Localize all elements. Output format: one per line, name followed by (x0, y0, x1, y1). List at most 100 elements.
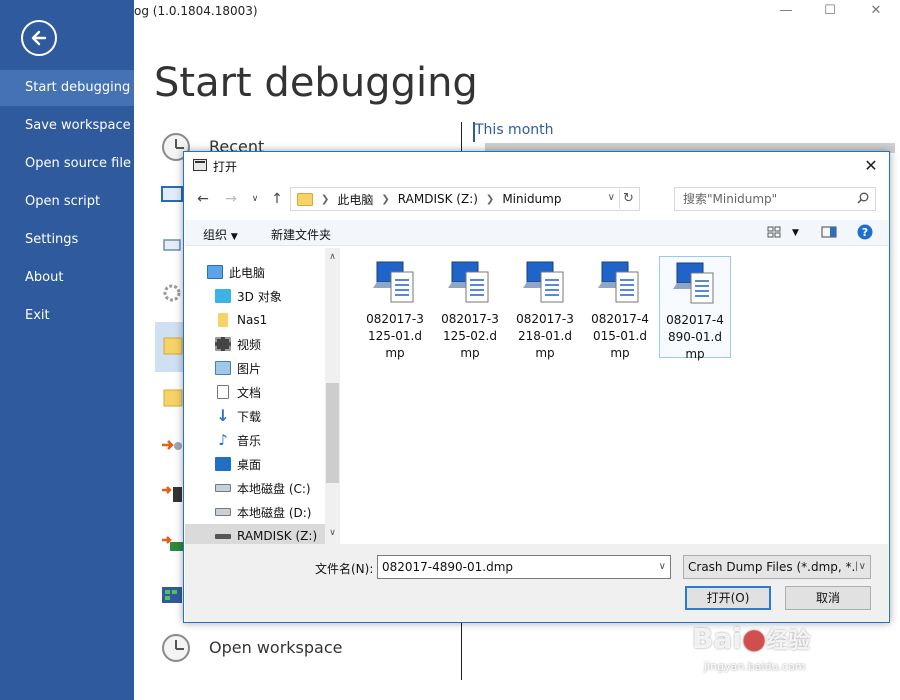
folder-icon (297, 192, 313, 206)
view-options-icon[interactable] (767, 225, 781, 239)
preview-pane-icon[interactable] (821, 225, 837, 239)
scroll-up-icon[interactable]: ∧ (325, 252, 340, 262)
pictures-icon (215, 361, 231, 375)
filetype-dropdown-icon[interactable]: ∨ (856, 556, 866, 578)
attach-exe-icon[interactable] (160, 482, 184, 504)
svg-text:?: ? (862, 226, 868, 239)
file-item-1[interactable]: 082017-3125-01.dmp (359, 256, 431, 360)
sidebar-item-start-debugging[interactable]: Start debugging (0, 70, 134, 106)
up-folder-icon[interactable]: ↑ (268, 190, 286, 208)
sidebar-item-open-source-file[interactable]: Open source file (0, 146, 134, 182)
file-item-2[interactable]: 082017-3125-02.dmp (434, 256, 506, 360)
file-name: 082017-3125-01.dmp (366, 312, 424, 360)
file-item-5[interactable]: 082017-4890-01.dmp (659, 256, 731, 361)
filename-input[interactable]: 082017-4890-01.dmp ∨ (377, 555, 671, 579)
dump-file-icon (373, 261, 414, 303)
nav-item-label: 本地磁盘 (C:) (237, 481, 311, 496)
app-package-icon[interactable] (160, 584, 184, 606)
sidebar-item-exit[interactable]: Exit (0, 298, 134, 334)
organize-button[interactable]: 组织 ▼ (203, 226, 238, 243)
file-name: 082017-4015-01.dmp (591, 312, 649, 360)
nav-item-pictures[interactable]: 图片 (185, 356, 325, 380)
dialog-close-icon[interactable]: ✕ (861, 156, 881, 176)
crumb-separator-icon: ❯ (485, 193, 495, 205)
open-file-dialog: 打开 ✕ ← → ∨ ↑ ❯ 此电脑 ❯ RAMDISK (Z:) ❯ Mini… (183, 151, 890, 623)
drive-icon (215, 484, 231, 492)
help-icon[interactable]: ? (857, 224, 873, 240)
desktop-icon (215, 457, 231, 471)
nav-item-documents[interactable]: 文档 (185, 380, 325, 404)
address-dropdown-icon[interactable]: ∨ (608, 192, 615, 203)
watermark-brand: Bai (692, 622, 742, 655)
nav-item-drive-c[interactable]: 本地磁盘 (C:) (185, 476, 325, 500)
nav-item-music[interactable]: ♪ 音乐 (185, 428, 325, 452)
nav-item-label: 3D 对象 (237, 289, 282, 304)
breadcrumb-ramdisk[interactable]: RAMDISK (Z:) (398, 192, 478, 206)
new-folder-button[interactable]: 新建文件夹 (271, 226, 331, 243)
file-item-4[interactable]: 082017-4015-01.dmp (584, 256, 656, 360)
close-window-icon[interactable]: ✕ (868, 3, 884, 19)
nav-item-label: 文档 (237, 385, 262, 400)
filetype-value: Crash Dump Files (*.dmp, *.h (688, 560, 863, 574)
sidebar-item-about[interactable]: About (0, 260, 134, 296)
recent-locations-chevron-icon[interactable]: ∨ (246, 190, 264, 208)
music-icon: ♪ (218, 431, 228, 449)
nav-pane-scrollbar[interactable]: ∧ ∨ (325, 248, 340, 544)
nav-item-3d-objects[interactable]: 3D 对象 (185, 284, 325, 308)
download-icon: ↓ (216, 406, 230, 425)
open-button[interactable]: 打开(O) (685, 586, 771, 610)
nav-item-drive-d[interactable]: 本地磁盘 (D:) (185, 500, 325, 524)
backstage-sidebar: Start debugging Save workspace Open sour… (0, 0, 134, 700)
scroll-down-icon[interactable]: ∨ (325, 528, 340, 538)
sidebar-item-settings[interactable]: Settings (0, 222, 134, 258)
scroll-thumb[interactable] (326, 383, 339, 483)
video-icon (215, 337, 231, 351)
nav-item-nas1[interactable]: Nas1 (185, 308, 325, 332)
nav-item-label: 本地磁盘 (D:) (237, 505, 312, 520)
sidebar-item-save-workspace[interactable]: Save workspace (0, 108, 134, 144)
cancel-button[interactable]: 取消 (785, 586, 871, 610)
dump-file-icon (598, 261, 639, 303)
back-nav-icon[interactable]: ← (194, 190, 212, 208)
back-button[interactable] (21, 20, 57, 56)
dump-file-icon (523, 261, 564, 303)
filename-label: 文件名(N): (315, 562, 374, 576)
navigation-pane: 此电脑 3D 对象 Nas1 视频 图片 文档 ↓ 下载 ♪ 音乐 桌面 本地磁… (185, 256, 325, 548)
maximize-icon[interactable]: ☐ (822, 3, 838, 19)
3d-objects-icon (215, 289, 231, 303)
open-workspace-clock-icon (162, 634, 190, 662)
nav-item-desktop[interactable]: 桌面 (185, 452, 325, 476)
pc-icon (207, 265, 223, 279)
file-name: 082017-3125-02.dmp (441, 312, 499, 360)
filename-dropdown-icon[interactable]: ∨ (659, 556, 666, 578)
gear-icon (163, 284, 181, 302)
launch-exe-icon[interactable] (160, 434, 184, 456)
filetype-select[interactable]: Crash Dump Files (*.dmp, *.h ∨ (683, 555, 871, 579)
minimize-icon[interactable]: — (778, 3, 794, 19)
breadcrumb-minidump[interactable]: Minidump (502, 192, 561, 206)
dialog-app-icon (193, 159, 207, 171)
open-workspace-option[interactable]: Open workspace (209, 638, 342, 657)
filename-value: 082017-4890-01.dmp (382, 560, 514, 574)
view-dropdown-icon[interactable]: ▼ (792, 228, 799, 238)
nav-item-this-pc[interactable]: 此电脑 (185, 260, 325, 284)
organize-dropdown-icon: ▼ (230, 232, 238, 242)
dialog-toolbar: 组织 ▼ 新建文件夹 ▼ ? (185, 220, 888, 246)
dialog-title: 打开 (213, 160, 238, 174)
kernel-debug-icon[interactable] (160, 532, 184, 554)
drive-icon (215, 508, 231, 516)
refresh-icon[interactable]: ↻ (619, 189, 637, 209)
file-item-3[interactable]: 082017-3218-01.dmp (509, 256, 581, 360)
nav-item-videos[interactable]: 视频 (185, 332, 325, 356)
forward-nav-icon[interactable]: → (222, 190, 240, 208)
nav-item-label: RAMDISK (Z:) (237, 529, 318, 543)
address-bar[interactable]: ❯ 此电脑 ❯ RAMDISK (Z:) ❯ Minidump ∨ ↻ (290, 187, 640, 211)
nav-item-downloads[interactable]: ↓ 下载 (185, 404, 325, 428)
sidebar-item-open-script[interactable]: Open script (0, 184, 134, 220)
back-arrow-icon (31, 30, 47, 46)
watermark-brand-cn: 经验 (766, 629, 811, 654)
search-input[interactable]: 搜索"Minidump" (674, 187, 876, 211)
breadcrumb-this-pc[interactable]: 此电脑 (337, 191, 373, 208)
search-icon[interactable] (857, 192, 869, 204)
drive-icon (215, 533, 231, 539)
